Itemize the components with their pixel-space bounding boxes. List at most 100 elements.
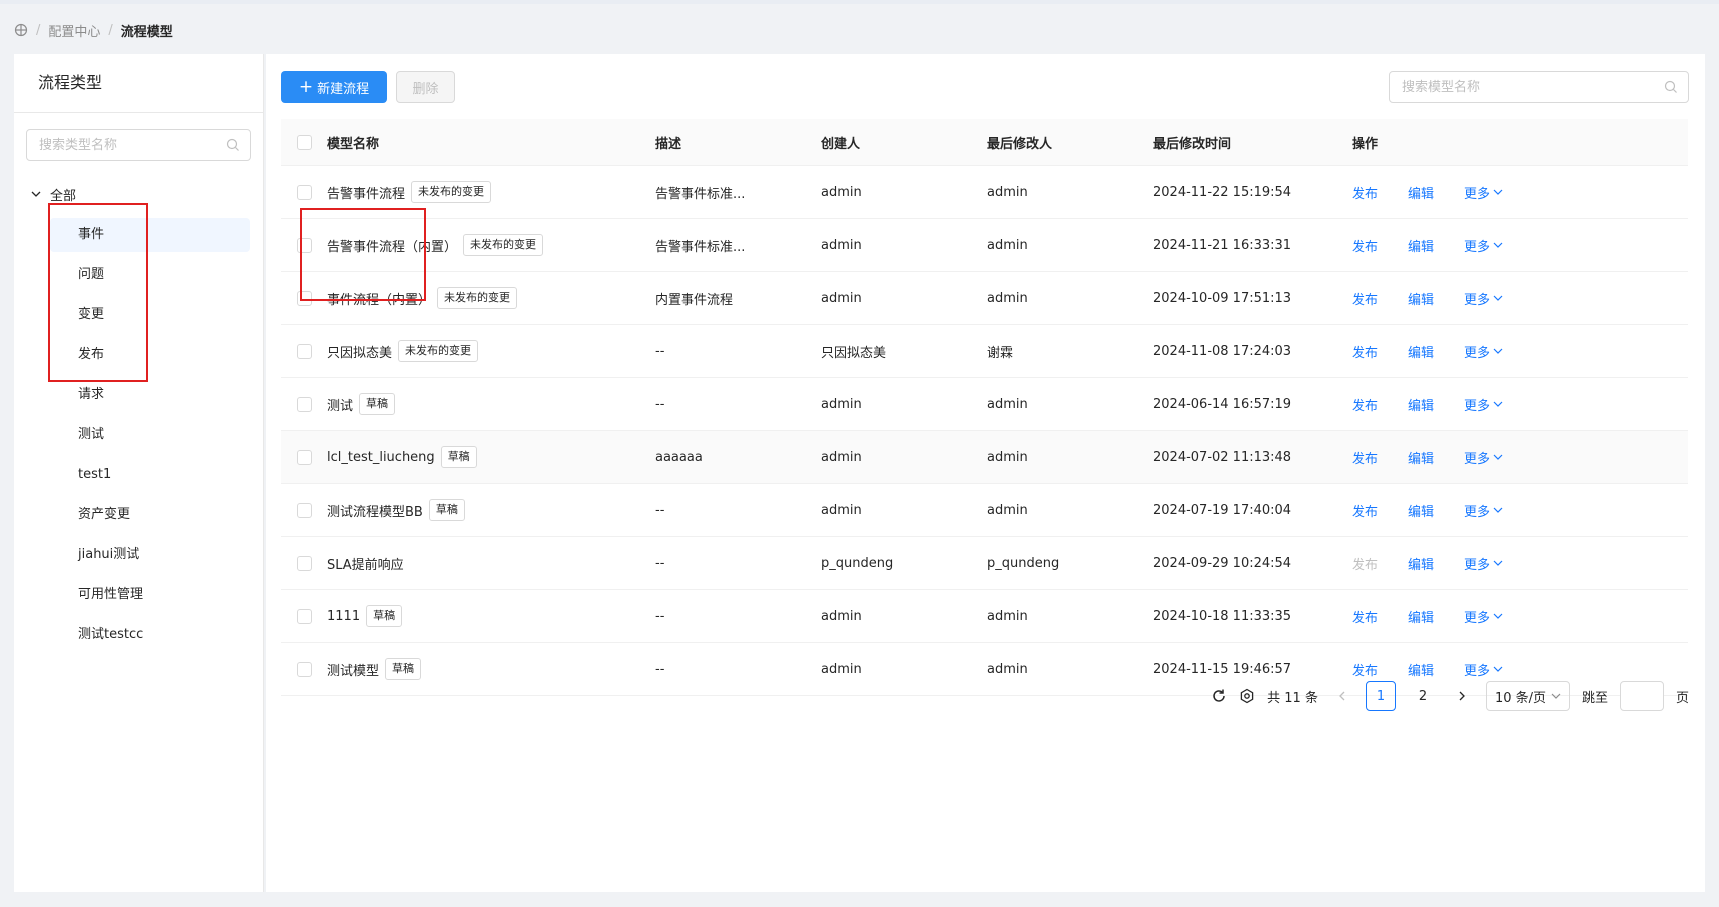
type-item[interactable]: 可用性管理 xyxy=(50,578,250,612)
page-2-button[interactable]: 2 xyxy=(1408,681,1438,711)
model-search-box xyxy=(1389,71,1689,103)
creator: admin xyxy=(821,502,862,518)
edit-link[interactable]: 编辑 xyxy=(1408,607,1434,626)
chevron-down-icon xyxy=(1493,401,1503,407)
more-dropdown[interactable]: 更多 xyxy=(1464,554,1503,573)
row-checkbox[interactable] xyxy=(296,237,312,253)
publish-link[interactable]: 发布 xyxy=(1352,607,1378,626)
model-table: 模型名称 描述 创建人 最后修改人 最后修改时间 操作 告警事件流程 未发布的变更… xyxy=(281,119,1688,696)
row-checkbox[interactable] xyxy=(296,343,312,359)
chevron-right-icon xyxy=(1459,691,1465,701)
more-dropdown[interactable]: 更多 xyxy=(1464,289,1503,308)
more-label: 更多 xyxy=(1464,292,1491,308)
delete-button[interactable]: 删除 xyxy=(396,71,455,103)
more-dropdown[interactable]: 更多 xyxy=(1464,448,1503,467)
edit-link[interactable]: 编辑 xyxy=(1408,183,1434,202)
publish-link[interactable]: 发布 xyxy=(1352,289,1378,308)
table-row: 告警事件流程（内置） 未发布的变更 告警事件标准... admin admin 2… xyxy=(281,219,1688,272)
row-checkbox[interactable] xyxy=(296,608,312,624)
row-checkbox[interactable] xyxy=(296,449,312,465)
edit-link[interactable]: 编辑 xyxy=(1408,342,1434,361)
more-dropdown[interactable]: 更多 xyxy=(1464,607,1503,626)
more-dropdown[interactable]: 更多 xyxy=(1464,342,1503,361)
more-dropdown[interactable]: 更多 xyxy=(1464,660,1503,679)
publish-link[interactable]: 发布 xyxy=(1352,501,1378,520)
table-header: 模型名称 描述 创建人 最后修改人 最后修改时间 操作 xyxy=(281,119,1688,166)
new-process-button[interactable]: + 新建流程 xyxy=(281,71,387,103)
more-dropdown[interactable]: 更多 xyxy=(1464,183,1503,202)
type-item[interactable]: 事件 xyxy=(50,218,250,252)
edit-link[interactable]: 编辑 xyxy=(1408,289,1434,308)
chevron-down-icon xyxy=(1493,189,1503,195)
edit-link[interactable]: 编辑 xyxy=(1408,660,1434,679)
publish-link[interactable]: 发布 xyxy=(1352,448,1378,467)
type-search-input[interactable] xyxy=(37,136,226,154)
table-row: SLA提前响应 -- p_qundeng p_qundeng 2024-09-2… xyxy=(281,537,1688,590)
search-icon[interactable] xyxy=(226,138,240,152)
type-item[interactable]: 发布 xyxy=(50,338,250,372)
status-badge: 未发布的变更 xyxy=(411,181,492,203)
page-suffix: 页 xyxy=(1675,690,1689,706)
new-process-label: 新建流程 xyxy=(317,81,370,97)
breadcrumb-link-config[interactable]: 配置中心 xyxy=(48,21,100,40)
status-badge: 草稿 xyxy=(366,605,403,627)
row-checkbox[interactable] xyxy=(296,184,312,200)
model-description: -- xyxy=(655,502,665,518)
publish-link[interactable]: 发布 xyxy=(1352,660,1378,679)
model-search-input[interactable] xyxy=(1400,78,1664,96)
type-item[interactable]: test1 xyxy=(50,458,250,492)
search-icon[interactable] xyxy=(1664,80,1678,94)
type-item[interactable]: jiahui测试 xyxy=(50,538,250,572)
edit-link[interactable]: 编辑 xyxy=(1408,448,1434,467)
type-item[interactable]: 资产变更 xyxy=(50,498,250,532)
prev-page-button[interactable] xyxy=(1330,684,1354,708)
select-all-checkbox[interactable] xyxy=(296,134,312,150)
chevron-down-icon xyxy=(1551,693,1561,699)
column-header: 描述 xyxy=(655,136,682,152)
edit-link[interactable]: 编辑 xyxy=(1408,236,1434,255)
publish-link[interactable]: 发布 xyxy=(1352,554,1378,573)
more-dropdown[interactable]: 更多 xyxy=(1464,236,1503,255)
model-description: 告警事件标准... xyxy=(655,186,746,202)
type-item[interactable]: 请求 xyxy=(50,378,250,412)
pagination: 共 11 条 1 2 10 条/页 跳至 页 xyxy=(1211,680,1689,712)
row-checkbox[interactable] xyxy=(296,661,312,677)
settings-icon[interactable] xyxy=(1239,688,1255,704)
top-border xyxy=(0,0,1719,4)
table-row: 告警事件流程 未发布的变更 告警事件标准... admin admin 2024-… xyxy=(281,166,1688,219)
next-page-button[interactable] xyxy=(1450,684,1474,708)
page-size-select[interactable]: 10 条/页 xyxy=(1485,681,1570,711)
more-dropdown[interactable]: 更多 xyxy=(1464,395,1503,414)
type-item[interactable]: 变更 xyxy=(50,298,250,332)
tree-root-all[interactable]: 全部 xyxy=(30,182,76,206)
chevron-down-icon[interactable] xyxy=(30,188,42,200)
status-badge: 未发布的变更 xyxy=(398,340,479,362)
edit-link[interactable]: 编辑 xyxy=(1408,395,1434,414)
model-description: -- xyxy=(655,555,665,571)
page-1-button[interactable]: 1 xyxy=(1365,681,1396,711)
chevron-down-icon xyxy=(1493,454,1503,460)
refresh-icon[interactable] xyxy=(1211,688,1227,704)
jump-label: 跳至 xyxy=(1581,690,1608,706)
row-checkbox[interactable] xyxy=(296,555,312,571)
chevron-down-icon xyxy=(1493,560,1503,566)
type-item[interactable]: 测试 xyxy=(50,418,250,452)
row-checkbox[interactable] xyxy=(296,396,312,412)
status-badge: 草稿 xyxy=(428,499,465,521)
edit-link[interactable]: 编辑 xyxy=(1408,554,1434,573)
more-dropdown[interactable]: 更多 xyxy=(1464,501,1503,520)
chevron-down-icon xyxy=(1493,242,1503,248)
last-modifier: p_qundeng xyxy=(987,555,1060,571)
publish-link[interactable]: 发布 xyxy=(1352,342,1378,361)
publish-link[interactable]: 发布 xyxy=(1352,236,1378,255)
main-panel: + 新建流程 删除 模型名称 描述 创建人 最后修改人 最后修改时间 操作 告警… xyxy=(266,54,1705,892)
publish-link[interactable]: 发布 xyxy=(1352,183,1378,202)
row-checkbox[interactable] xyxy=(296,502,312,518)
row-checkbox[interactable] xyxy=(296,290,312,306)
edit-link[interactable]: 编辑 xyxy=(1408,501,1434,520)
type-item[interactable]: 测试testcc xyxy=(50,618,250,652)
type-item[interactable]: 问题 xyxy=(50,258,250,292)
type-search-box xyxy=(26,129,251,161)
jump-page-input[interactable] xyxy=(1619,681,1664,711)
publish-link[interactable]: 发布 xyxy=(1352,395,1378,414)
